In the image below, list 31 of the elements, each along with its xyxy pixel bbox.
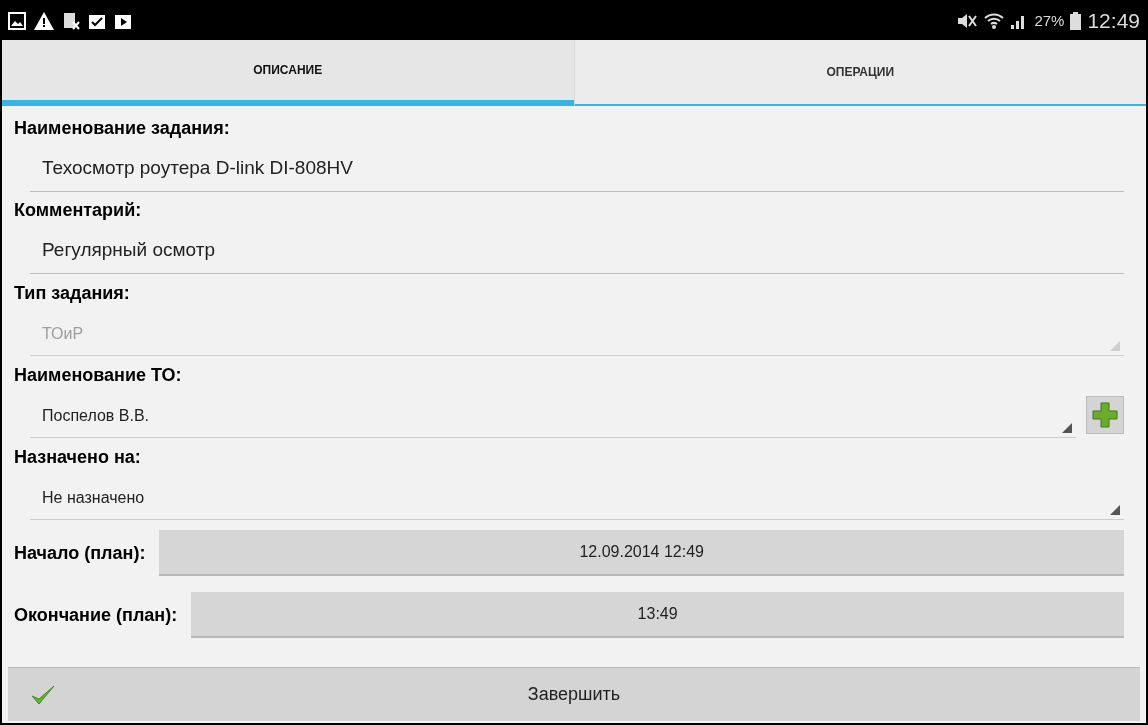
field-label: Наименование ТО: bbox=[14, 363, 183, 387]
dropdown-field[interactable]: Поспелов В.В. bbox=[30, 394, 1076, 438]
mute-icon bbox=[956, 12, 979, 30]
bag-play-icon bbox=[114, 12, 132, 30]
warning-icon bbox=[34, 12, 54, 30]
field-label: Окончание (план): bbox=[14, 603, 179, 627]
text-field[interactable]: Регулярный осмотр bbox=[30, 228, 1124, 274]
field-label: Комментарий: bbox=[14, 198, 143, 222]
field-label: Тип задания: bbox=[14, 281, 131, 305]
dropdown-corner-icon bbox=[1110, 341, 1120, 351]
wifi-icon bbox=[984, 12, 1005, 30]
tab[interactable]: ОПЕРАЦИИ bbox=[573, 40, 1146, 106]
battery-percent: 27% bbox=[1034, 10, 1065, 31]
battery-icon bbox=[1070, 12, 1082, 30]
check-icon bbox=[30, 683, 56, 706]
status-time: 12:49 bbox=[1087, 8, 1140, 35]
text-field[interactable]: Техосмотр роутера D-link DI-808HV bbox=[30, 146, 1124, 192]
field-label: Назначено на: bbox=[14, 445, 142, 469]
dropdown-field[interactable]: Не назначено bbox=[30, 476, 1124, 520]
document-icon bbox=[62, 12, 80, 30]
image-icon bbox=[8, 12, 26, 30]
field-label: Наименование задания: bbox=[14, 116, 231, 140]
plus-icon bbox=[1092, 402, 1118, 428]
date-button[interactable]: 12.09.2014 12:49 bbox=[159, 530, 1124, 576]
field-label: Начало (план): bbox=[14, 541, 147, 565]
finish-button[interactable]: Завершить bbox=[8, 667, 1140, 721]
clipboard-check-icon bbox=[88, 12, 106, 30]
dropdown-corner-icon bbox=[1062, 423, 1072, 433]
date-button[interactable]: 13:49 bbox=[191, 592, 1124, 638]
dropdown-corner-icon bbox=[1110, 505, 1120, 515]
add-button[interactable] bbox=[1086, 396, 1124, 434]
